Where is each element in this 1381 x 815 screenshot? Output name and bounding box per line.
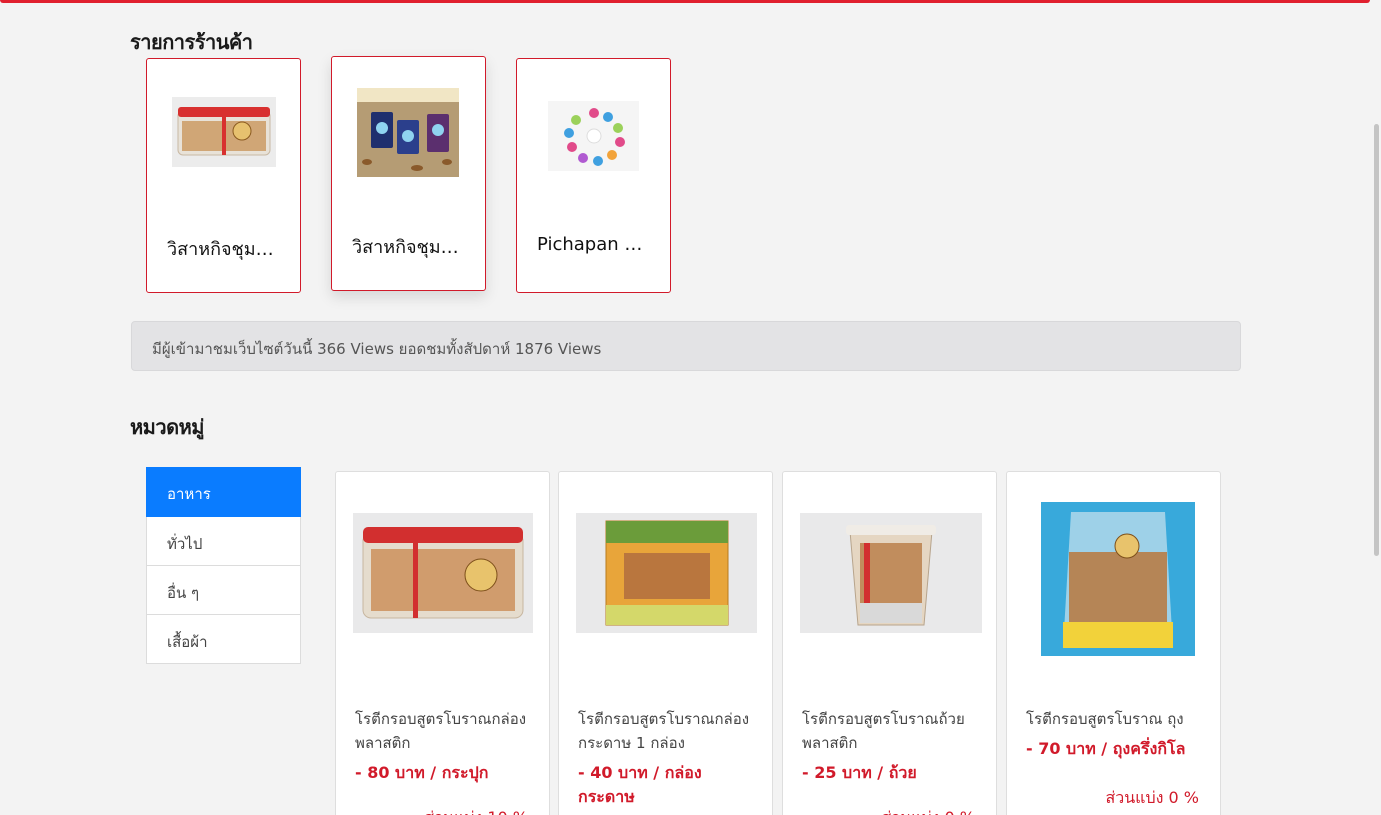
visitor-stats-text: มีผู้เข้ามาชมเว็บไซต์วันนี้ 366 Views ยอ… [152,340,602,358]
visitor-stats-bar: มีผู้เข้ามาชมเว็บไซต์วันนี้ 366 Views ยอ… [131,321,1241,371]
product-price: - 40 บาท / กล่องกระดาษ [578,763,702,806]
product-image [576,513,757,633]
product-price: - 25 บาท / ถ้วย [802,763,917,782]
category-item-other[interactable]: อื่น ๆ [146,566,301,615]
shop-name[interactable]: วิสาหกิจชุมชนโรตีกรอบ [167,234,285,263]
product-name[interactable]: โรตีกรอบสูตรโบราณ ถุง [1026,707,1211,731]
shop-name[interactable]: Pichapan Handmade [537,234,655,255]
product-card[interactable]: โรตีกรอบสูตรโบราณถ้วยพลาสติก - 25 บาท / … [782,471,997,815]
product-price: - 70 บาท / ถุงครึ่งกิโล [1026,739,1186,758]
shop-thumbnail [172,97,276,167]
product-share: ส่วนแบ่ง 0 % [881,806,975,815]
product-card[interactable]: โรตีกรอบสูตรโบราณ ถุง - 70 บาท / ถุงครึ่… [1006,471,1221,815]
shop-thumbnail [357,88,459,177]
product-price: - 80 บาท / กระปุก [355,763,489,782]
category-item-food[interactable]: อาหาร [146,467,301,517]
categories-section-title: หมวดหมู่ [130,415,204,439]
product-share: ส่วนแบ่ง 0 % [1105,788,1199,807]
top-accent-bar [0,0,1370,3]
product-name[interactable]: โรตีกรอบสูตรโบราณถ้วยพลาสติก [802,707,987,755]
scrollbar-thumb[interactable] [1374,124,1379,556]
product-image [1041,502,1195,656]
shop-card[interactable]: วิสาหกิจชุมชนแม่บ้าน [331,56,486,291]
shop-card[interactable]: วิสาหกิจชุมชนโรตีกรอบ [146,58,301,293]
product-image [353,513,533,633]
shop-thumbnail [548,101,639,171]
shops-section-title: รายการร้านค้า [130,30,253,54]
product-name[interactable]: โรตีกรอบสูตรโบราณกล่องกระดาษ 1 กล่อง [578,707,763,755]
product-card[interactable]: โรตีกรอบสูตรโบราณกล่องพลาสติก - 80 บาท /… [335,471,550,815]
category-list: อาหาร ทั่วไป อื่น ๆ เสื้อผ้า [146,467,301,664]
product-card[interactable]: โรตีกรอบสูตรโบราณกล่องกระดาษ 1 กล่อง - 4… [558,471,773,815]
product-name[interactable]: โรตีกรอบสูตรโบราณกล่องพลาสติก [355,707,540,755]
shop-name[interactable]: วิสาหกิจชุมชนแม่บ้าน [352,232,470,261]
shop-card[interactable]: Pichapan Handmade [516,58,671,293]
product-image [800,513,982,633]
product-share: ส่วนแบ่ง 10 % [424,806,528,815]
page-scrollbar[interactable] [1370,0,1381,815]
category-item-general[interactable]: ทั่วไป [146,517,301,566]
category-item-clothing[interactable]: เสื้อผ้า [146,615,301,664]
